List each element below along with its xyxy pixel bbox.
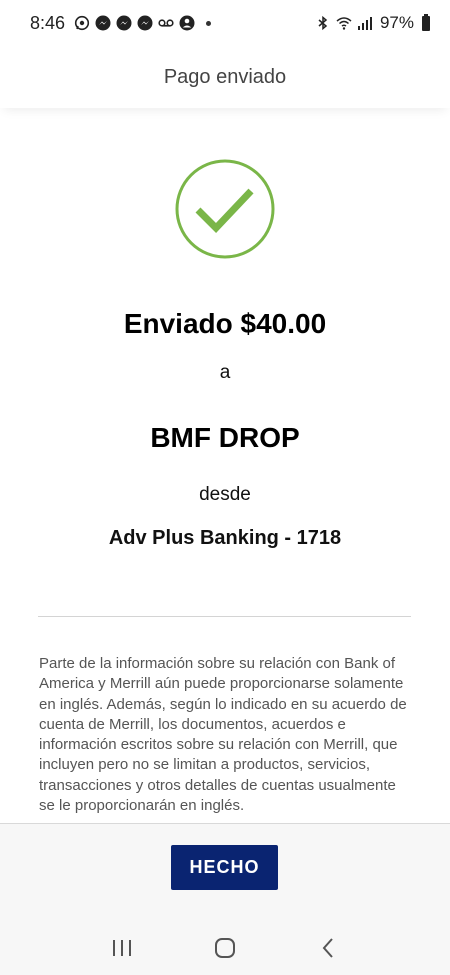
account-icon <box>179 15 195 31</box>
battery-percentage: 97% <box>379 13 414 32</box>
recipient-name: BMF DROP <box>150 422 300 453</box>
home-icon[interactable] <box>205 928 245 968</box>
language-disclaimer: Parte de la información sobre su relació… <box>39 655 407 815</box>
notification-dot <box>206 20 212 26</box>
to-label: a <box>219 362 231 383</box>
success-check-icon <box>0 158 450 260</box>
bluetooth-icon <box>315 15 331 31</box>
battery-icon <box>422 13 430 31</box>
status-time: 8:46 <box>30 12 66 33</box>
messenger-icon <box>116 15 132 31</box>
confirmation-content: Enviado $40.00 a BMF DROP desde Adv Plus… <box>0 108 450 823</box>
page-title: Pago enviado <box>0 46 450 108</box>
from-label: desde <box>199 484 251 505</box>
back-icon[interactable] <box>308 928 348 968</box>
status-right: 97% <box>315 13 430 33</box>
whatsapp-icon <box>74 15 90 31</box>
divider <box>38 616 411 617</box>
signal-icon <box>357 15 373 31</box>
footer: HECHO <box>0 823 450 975</box>
status-bar: 8:46 97% <box>0 0 450 46</box>
done-button[interactable]: HECHO <box>171 845 278 890</box>
status-left: 8:46 <box>30 12 212 34</box>
payment-sent-screen: 8:46 97% Pago enviado Enviado $40.00 a B… <box>0 0 450 975</box>
source-account: Adv Plus Banking - 1718 <box>108 527 342 549</box>
recent-apps-icon[interactable] <box>102 928 142 968</box>
android-nav-bar <box>0 928 450 968</box>
messenger-icon <box>137 15 153 31</box>
voicemail-icon <box>158 15 174 31</box>
sent-amount: Enviado $40.00 <box>123 308 327 339</box>
messenger-icon <box>95 15 111 31</box>
wifi-icon <box>336 15 352 31</box>
